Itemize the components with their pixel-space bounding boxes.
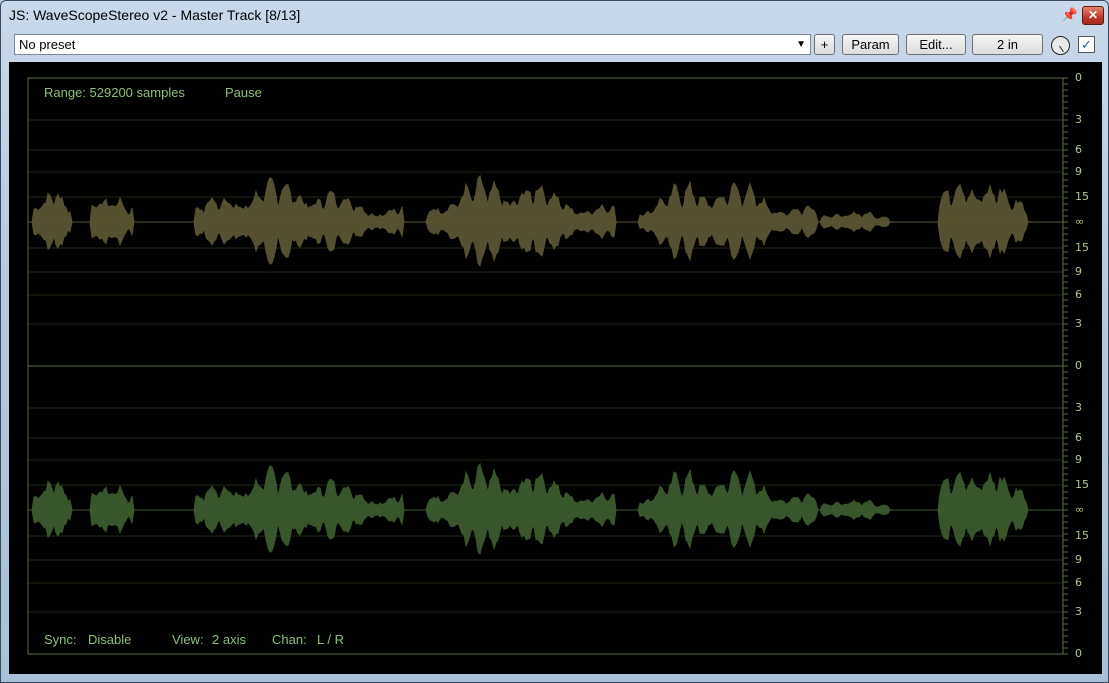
db-label: 6 — [1075, 288, 1082, 301]
preset-value: No preset — [19, 37, 76, 52]
db-label: ∞ — [1075, 503, 1085, 516]
title-bar[interactable]: JS: WaveScopeStereo v2 - Master Track [8… — [1, 1, 1108, 31]
db-label: 9 — [1075, 453, 1082, 466]
db-label: 0 — [1075, 647, 1082, 660]
chan-label: Chan: — [272, 632, 307, 647]
db-label: 3 — [1075, 605, 1082, 618]
db-label: 15 — [1075, 190, 1089, 203]
db-label: 6 — [1075, 143, 1082, 156]
range-readout[interactable]: Range: 529200 samples — [44, 85, 185, 100]
scope-display[interactable]: Range: 529200 samples Pause Sync: Disabl… — [9, 62, 1102, 674]
toolbar: No preset ▼ + Param Edit... 2 in ✓ — [7, 32, 1104, 58]
sync-label: Sync: — [44, 632, 77, 647]
waveform-canvas — [27, 77, 1068, 655]
db-label: 9 — [1075, 265, 1082, 278]
pin-icon[interactable]: 📌 — [1061, 6, 1079, 24]
add-preset-button[interactable]: + — [814, 34, 835, 55]
left-channel-waveform — [28, 174, 1052, 267]
db-label: 9 — [1075, 165, 1082, 178]
db-label: 0 — [1075, 359, 1082, 372]
db-label: 15 — [1075, 478, 1089, 491]
view-value[interactable]: 2 axis — [212, 632, 246, 647]
db-label: 15 — [1075, 241, 1089, 254]
chan-value[interactable]: L / R — [317, 632, 344, 647]
db-label: 6 — [1075, 576, 1082, 589]
io-routing-button[interactable]: 2 in — [972, 34, 1043, 55]
sync-value[interactable]: Disable — [88, 632, 131, 647]
edit-button[interactable]: Edit... — [906, 34, 966, 55]
bypass-checkbox[interactable]: ✓ — [1078, 36, 1095, 53]
db-label: 3 — [1075, 401, 1082, 414]
db-label: 3 — [1075, 317, 1082, 330]
window-title: JS: WaveScopeStereo v2 - Master Track [8… — [9, 7, 301, 23]
db-label: ∞ — [1075, 215, 1085, 228]
pause-button[interactable]: Pause — [225, 85, 262, 100]
plugin-window: JS: WaveScopeStereo v2 - Master Track [8… — [0, 0, 1109, 683]
db-label: 15 — [1075, 529, 1089, 542]
wet-knob[interactable] — [1051, 36, 1070, 55]
chevron-down-icon: ▼ — [796, 39, 806, 50]
param-button[interactable]: Param — [842, 34, 899, 55]
db-label: 0 — [1075, 71, 1082, 84]
db-label: 3 — [1075, 113, 1082, 126]
close-icon[interactable]: ✕ — [1082, 6, 1104, 25]
db-label: 6 — [1075, 431, 1082, 444]
preset-dropdown[interactable]: No preset ▼ — [14, 34, 811, 55]
db-label: 9 — [1075, 553, 1082, 566]
view-label: View: — [172, 632, 204, 647]
right-channel-waveform — [28, 462, 1052, 555]
